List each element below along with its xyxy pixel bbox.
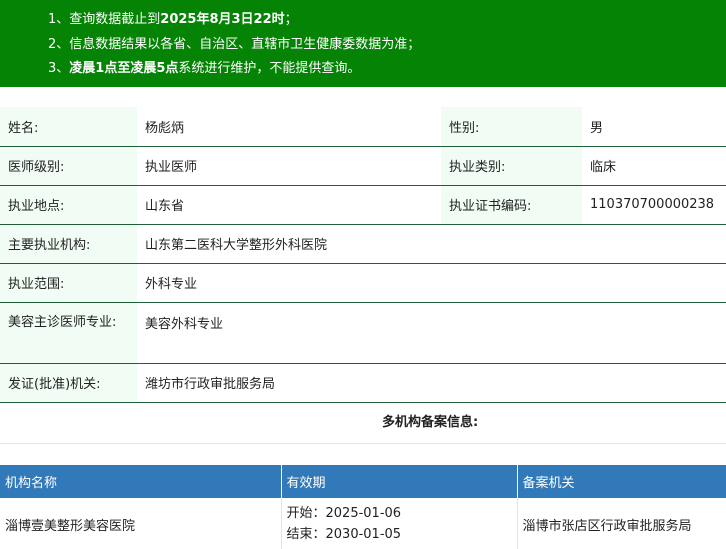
info-row: 美容主诊医师专业: 美容外科专业: [0, 302, 726, 364]
issuer-label: 发证(批准)机关:: [0, 363, 137, 403]
scope-value: 外科专业: [137, 263, 726, 303]
notice-deadline: 2025年8月3日22时: [160, 12, 285, 27]
info-row: 医师级别: 执业医师 执业类别: 临床: [0, 146, 726, 186]
notice-text: 3、: [48, 61, 70, 76]
header-org-name: 机构名称: [0, 465, 282, 498]
cosmetic-label: 美容主诊医师专业:: [0, 302, 137, 364]
notice-text: 系统进行维护，不能提供查询。: [178, 61, 361, 76]
location-value: 山东省: [137, 185, 441, 225]
info-row: 发证(批准)机关: 潍坊市行政审批服务局: [0, 363, 726, 403]
name-value: 杨彪炳: [137, 107, 441, 147]
header-validity: 有效期: [281, 465, 518, 498]
org-value: 山东第二医科大学整形外科医院: [137, 224, 726, 264]
doctor-info-table: 姓名: 杨彪炳 性别: 男 医师级别: 执业医师 执业类别: 临床 执业地点: …: [0, 107, 726, 403]
level-value: 执业医师: [137, 146, 441, 186]
validity-start: 开始：2025-01-06: [286, 506, 402, 521]
table-row: 淄博壹美整形美容医院 开始：2025-01-06 结束：2030-01-05 淄…: [0, 498, 726, 549]
scope-label: 执业范围:: [0, 263, 137, 303]
notice-banner: 1、查询数据截止到2025年8月3日22时； 2、信息数据结果以各省、自治区、直…: [0, 0, 726, 87]
location-label: 执业地点:: [0, 185, 137, 225]
notice-line-3: 3、凌晨1点至凌晨5点系统进行维护，不能提供查询。: [48, 58, 726, 83]
info-row: 姓名: 杨彪炳 性别: 男: [0, 107, 726, 147]
info-row: 执业地点: 山东省 执业证书编码: 110370700000238: [0, 185, 726, 225]
multi-org-table: 机构名称 有效期 备案机关 淄博壹美整形美容医院 开始：2025-01-06 结…: [0, 465, 726, 549]
row-authority: 淄博市张店区行政审批服务局: [522, 518, 692, 534]
category-label: 执业类别:: [441, 146, 582, 186]
cert-value: 110370700000238: [582, 185, 726, 225]
cert-label: 执业证书编码:: [441, 185, 582, 225]
category-value: 临床: [582, 146, 726, 186]
validity-end: 结束：2030-01-05: [286, 527, 402, 542]
info-row: 执业范围: 外科专业: [0, 263, 726, 303]
gender-label: 性别:: [441, 107, 582, 147]
header-authority: 备案机关: [517, 465, 726, 498]
notice-line-1: 1、查询数据截止到2025年8月3日22时；: [48, 9, 726, 34]
info-row: 主要执业机构: 山东第二医科大学整形外科医院: [0, 224, 726, 264]
issuer-value: 潍坊市行政审批服务局: [137, 363, 726, 403]
cosmetic-value: 美容外科专业: [137, 302, 726, 364]
notice-maintenance-time: 凌晨1点至凌晨5点: [69, 61, 179, 76]
multi-org-header: 机构名称 有效期 备案机关: [0, 465, 726, 498]
row-org-name: 淄博壹美整形美容医院: [0, 498, 282, 549]
notice-line-2: 2、信息数据结果以各省、自治区、直辖市卫生健康委数据为准；: [48, 36, 421, 52]
gender-value: 男: [582, 107, 726, 147]
level-label: 医师级别:: [0, 146, 137, 186]
org-label: 主要执业机构:: [0, 224, 137, 264]
notice-text: ；: [284, 12, 298, 27]
row-validity: 开始：2025-01-06 结束：2030-01-05: [281, 498, 518, 549]
name-label: 姓名:: [0, 107, 137, 147]
notice-text: 1、查询数据截止到: [48, 12, 161, 27]
multi-org-title: 多机构备案信息:: [0, 402, 726, 444]
